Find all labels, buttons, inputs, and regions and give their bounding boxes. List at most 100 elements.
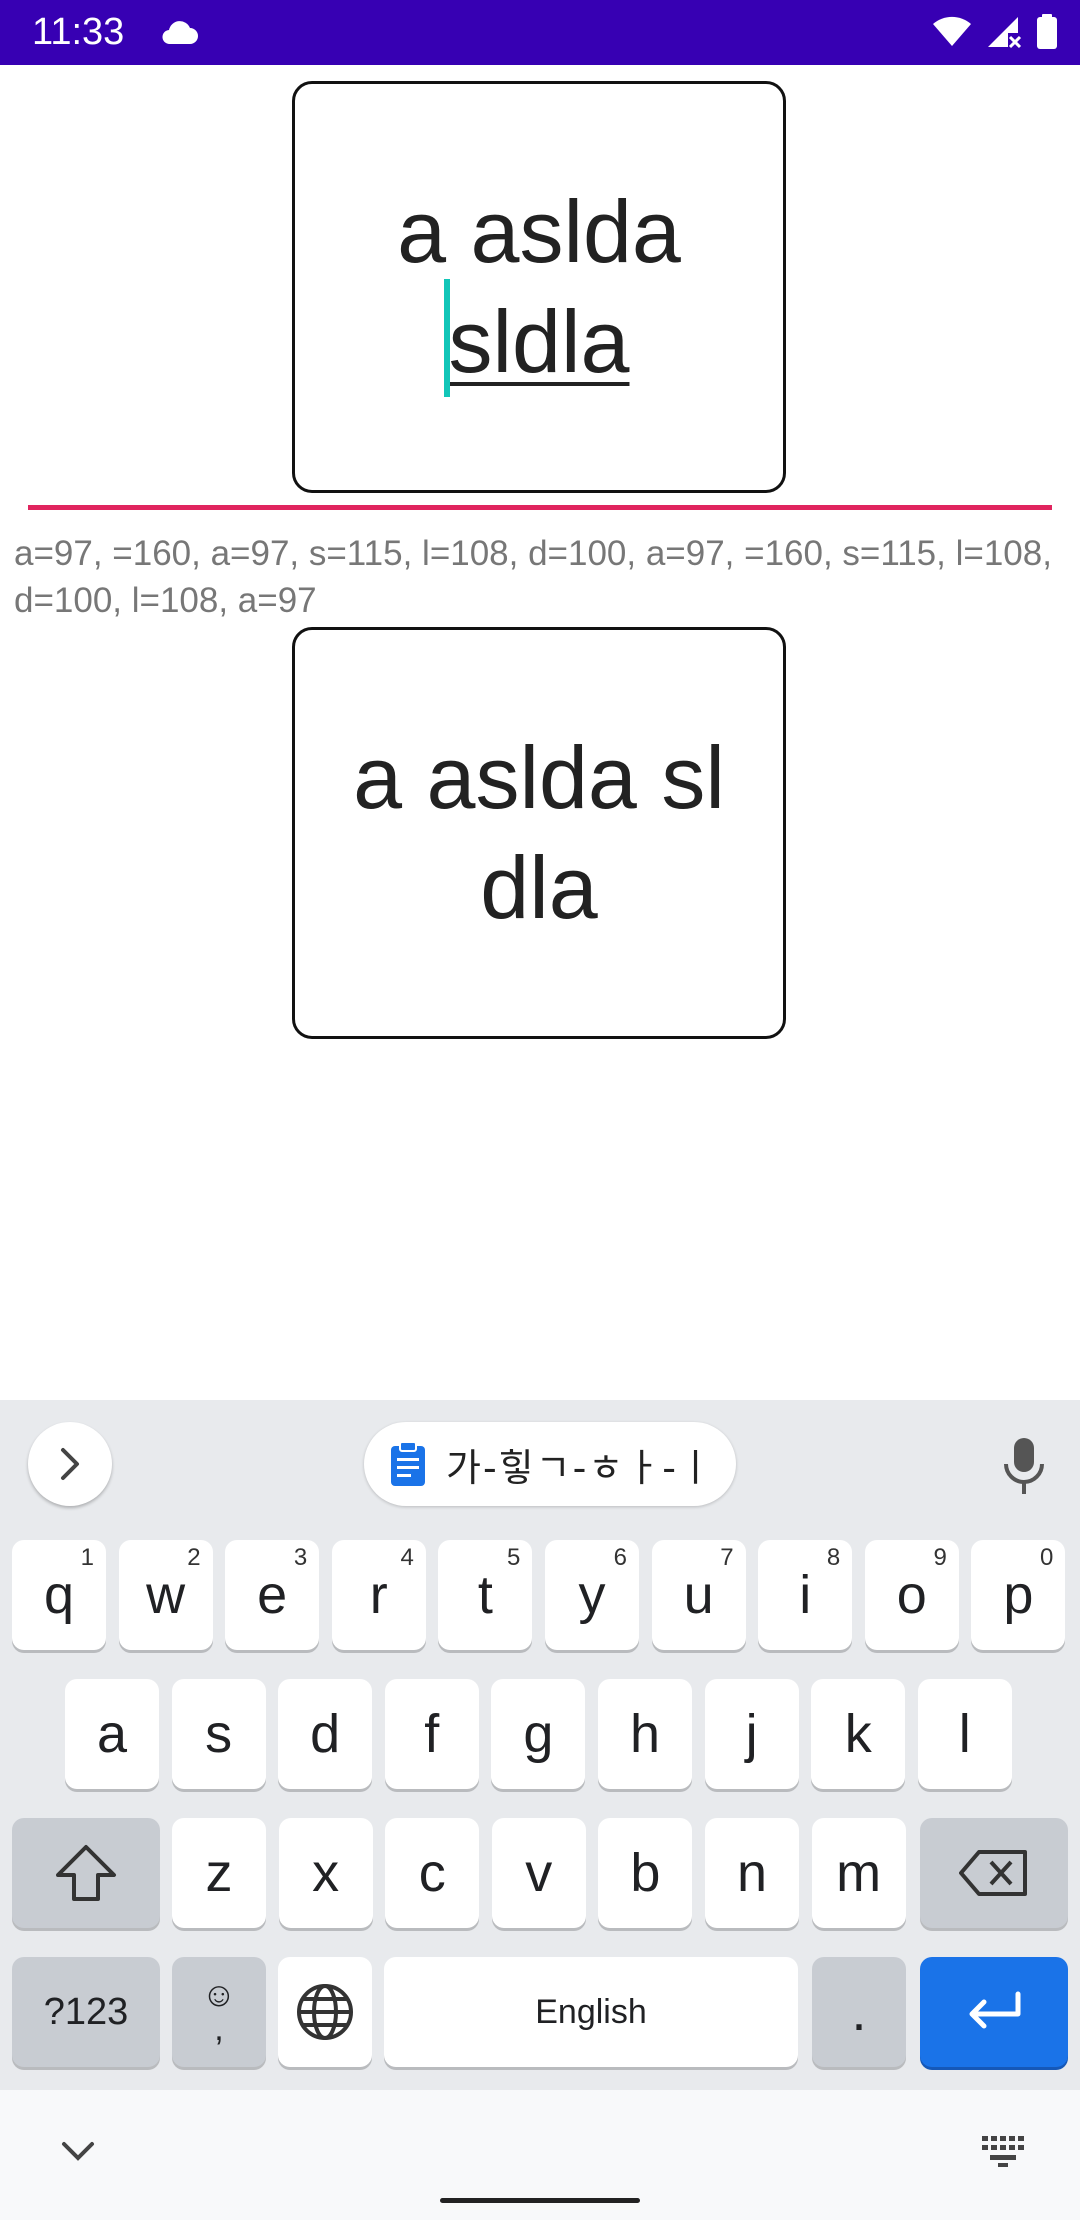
display-line-2: dla — [480, 838, 598, 937]
soft-keyboard: 가-힣ㄱ-ㅎㅏ-ㅣ ?123 ☺ , English . q 1 w 2 e 3… — [0, 1400, 1080, 2090]
clipboard-icon — [391, 1441, 425, 1486]
key-label: r — [369, 1565, 388, 1625]
key-hint: 9 — [933, 1544, 947, 1571]
navigation-bar — [0, 2090, 1080, 2220]
key-label: k — [844, 1704, 872, 1764]
emoji-comma-key[interactable]: ☺ , — [172, 1957, 266, 2067]
composing-text: sldla — [448, 292, 630, 391]
key-u[interactable]: u7 — [651, 1540, 746, 1650]
key-m[interactable]: m — [811, 1818, 906, 1928]
key-k[interactable]: k — [811, 1679, 906, 1789]
signal-no-data-icon — [988, 17, 1022, 49]
cloud-icon — [162, 21, 198, 45]
key-l[interactable]: l — [917, 1679, 1012, 1789]
wifi-icon — [933, 16, 971, 46]
divider-rule — [28, 505, 1052, 510]
key-label: t — [477, 1565, 493, 1625]
key-label: j — [745, 1704, 758, 1764]
key-h[interactable]: h — [598, 1679, 692, 1789]
key-label: f — [424, 1704, 440, 1764]
key-hint: 2 — [187, 1544, 201, 1571]
key-label: l — [958, 1704, 971, 1764]
key-b[interactable]: b — [598, 1818, 693, 1928]
key-label: y — [578, 1565, 606, 1625]
key-v[interactable]: v — [491, 1818, 586, 1928]
key-label: s — [205, 1704, 233, 1764]
key-x[interactable]: x — [278, 1818, 373, 1928]
key-hint: 7 — [720, 1544, 734, 1571]
battery-icon — [1037, 14, 1057, 49]
emoji-icon: ☺ — [201, 1976, 237, 2014]
backspace-icon — [959, 1850, 1027, 1896]
key-r[interactable]: r4 — [331, 1540, 426, 1650]
shift-icon — [56, 1845, 116, 1901]
key-hint: 4 — [400, 1544, 414, 1571]
key-p[interactable]: p0 — [971, 1540, 1066, 1650]
key-j[interactable]: j — [704, 1679, 799, 1789]
globe-icon — [297, 1984, 353, 2040]
backspace-key[interactable] — [920, 1818, 1068, 1928]
key-i[interactable]: i8 — [758, 1540, 853, 1650]
input-line-1: a aslda — [397, 182, 681, 281]
enter-icon — [969, 1991, 1021, 2029]
text-cursor — [443, 279, 450, 397]
clipboard-text: 가-힣ㄱ-ㅎㅏ-ㅣ — [446, 1445, 715, 1490]
shift-key[interactable] — [12, 1818, 160, 1928]
key-label: d — [310, 1704, 341, 1764]
key-label: b — [630, 1843, 661, 1903]
key-label: u — [683, 1565, 714, 1625]
key-label: a — [96, 1704, 128, 1764]
enter-key[interactable] — [920, 1957, 1068, 2067]
key-c[interactable]: c — [385, 1818, 480, 1928]
key-label: e — [257, 1565, 288, 1625]
space-key[interactable]: English — [384, 1957, 798, 2067]
key-label: o — [896, 1565, 927, 1625]
key-hint: 8 — [826, 1544, 841, 1571]
key-label: v — [525, 1843, 553, 1903]
key-s[interactable]: s — [171, 1679, 266, 1789]
key-label: g — [523, 1704, 554, 1764]
key-n[interactable]: n — [705, 1818, 799, 1928]
status-time: 11:33 — [32, 11, 125, 53]
key-d[interactable]: d — [278, 1679, 373, 1789]
key-hint: 6 — [613, 1544, 627, 1571]
display-text-box: a aslda sl dla — [292, 627, 786, 1039]
key-t[interactable]: t5 — [438, 1540, 533, 1650]
status-bar: 11:33 — [0, 0, 1080, 65]
expand-toolbar-button[interactable] — [28, 1422, 112, 1506]
char-codes-text: a=97, =160, a=97, s=115, l=108, d=100, a… — [14, 534, 1052, 620]
key-y[interactable]: y6 — [545, 1540, 639, 1650]
microphone-icon[interactable] — [1000, 1436, 1048, 1496]
key-hint: 1 — [80, 1544, 94, 1571]
key-hint: 3 — [293, 1544, 308, 1571]
home-gesture-pill[interactable] — [440, 2198, 640, 2203]
key-label: q — [43, 1565, 75, 1625]
key-label: w — [146, 1565, 186, 1625]
key-label: n — [736, 1843, 768, 1903]
key-e[interactable]: e3 — [225, 1540, 320, 1650]
symbols-key[interactable]: ?123 — [12, 1957, 160, 2067]
key-hint: 0 — [1040, 1544, 1054, 1571]
comma-label: , — [214, 2010, 224, 2048]
key-g[interactable]: g — [491, 1679, 586, 1789]
text-input-box[interactable]: a aslda sldla — [292, 81, 786, 493]
key-q[interactable]: q1 — [12, 1540, 106, 1650]
key-label: z — [205, 1843, 233, 1903]
key-hint: 5 — [507, 1544, 521, 1571]
key-z[interactable]: z — [172, 1818, 266, 1928]
keyboard-switcher-icon[interactable] — [980, 2134, 1026, 2168]
key-a[interactable]: a — [65, 1679, 159, 1789]
key-label: m — [836, 1843, 882, 1903]
key-label: i — [799, 1565, 812, 1625]
clipboard-suggestion-chip[interactable]: 가-힣ㄱ-ㅎㅏ-ㅣ — [364, 1422, 736, 1506]
language-key[interactable] — [278, 1957, 372, 2067]
key-o[interactable]: o9 — [864, 1540, 959, 1650]
key-w[interactable]: w2 — [118, 1540, 213, 1650]
input-line-2: sldla — [443, 279, 630, 397]
key-label: x — [312, 1843, 340, 1903]
key-label: h — [629, 1704, 661, 1764]
period-key[interactable]: . — [812, 1957, 906, 2067]
key-label: p — [1003, 1565, 1034, 1625]
key-f[interactable]: f — [384, 1679, 479, 1789]
hide-keyboard-icon[interactable] — [58, 2136, 98, 2166]
